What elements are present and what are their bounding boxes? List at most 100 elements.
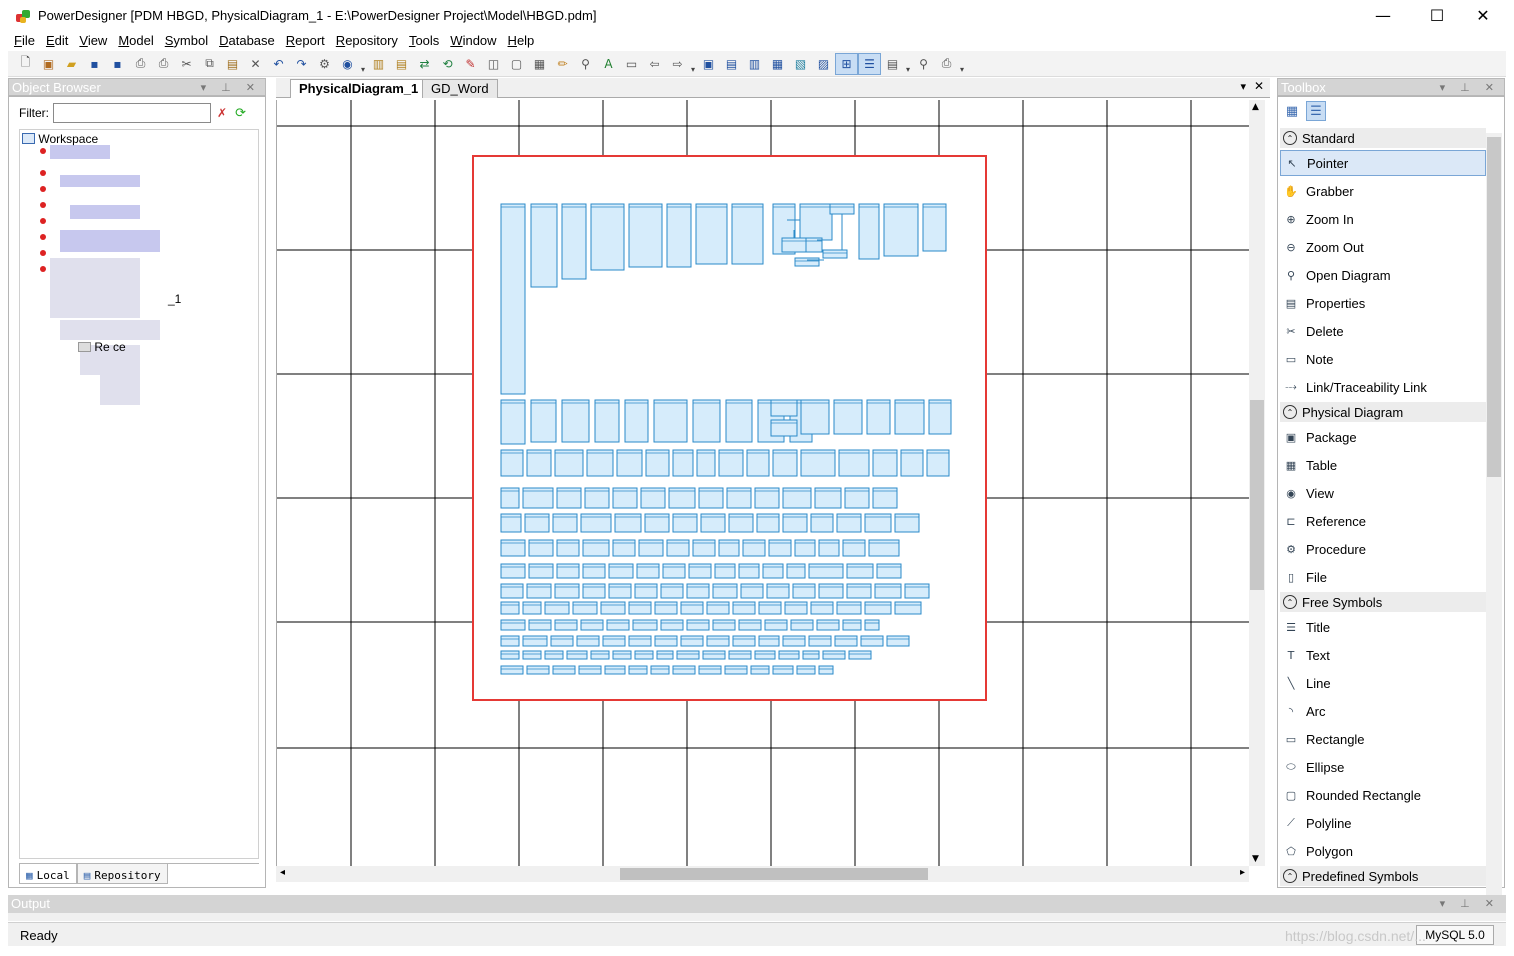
table-symbol[interactable] <box>612 539 636 557</box>
table-symbol[interactable] <box>712 583 738 599</box>
table-symbol[interactable] <box>784 601 808 615</box>
pen-icon[interactable]: ✏ <box>551 53 574 75</box>
table-symbol[interactable] <box>732 601 756 615</box>
scroll-up-icon[interactable]: ▲ <box>1252 102 1259 112</box>
table-symbol[interactable] <box>662 563 686 579</box>
table-symbol[interactable] <box>656 650 674 660</box>
table-symbol[interactable] <box>802 650 820 660</box>
tool-ellipse[interactable]: ⬭ Ellipse <box>1280 754 1486 780</box>
table-symbol[interactable] <box>582 583 606 599</box>
toolbox-controls-icon[interactable]: ▾ ⊥ ✕ <box>1440 79 1500 97</box>
table-symbol[interactable] <box>660 583 684 599</box>
table-symbol[interactable] <box>653 399 688 443</box>
new-project-icon[interactable]: ▣ <box>37 53 60 75</box>
table-symbol[interactable] <box>612 650 632 660</box>
table-symbol[interactable] <box>818 583 844 599</box>
table-symbol[interactable] <box>594 399 620 443</box>
table-symbol[interactable] <box>500 619 526 631</box>
table-symbol[interactable] <box>628 601 652 615</box>
toolbar-dropdown-icon[interactable]: ▾ <box>958 54 966 74</box>
table-symbol[interactable] <box>654 635 678 647</box>
view4-icon[interactable]: ▦ <box>766 53 789 75</box>
tool-rounded-rectangle[interactable]: ▢ Rounded Rectangle <box>1280 782 1486 808</box>
tab-physicaldiagram-1[interactable]: PhysicalDiagram_1 <box>290 79 428 98</box>
table-symbol[interactable] <box>608 563 634 579</box>
toolbar-dropdown-icon[interactable]: ▾ <box>359 54 367 74</box>
table-symbol[interactable] <box>500 601 520 615</box>
paste-icon[interactable]: ▤ <box>221 53 244 75</box>
table-symbol[interactable] <box>822 650 846 660</box>
table-symbol[interactable] <box>650 665 670 675</box>
table-symbol[interactable] <box>724 665 748 675</box>
menu-database[interactable]: Database <box>213 31 280 51</box>
table-symbol[interactable] <box>781 237 807 253</box>
tool2-icon[interactable]: ▭ <box>620 53 643 75</box>
table-symbol[interactable] <box>580 619 604 631</box>
menu-report[interactable]: Report <box>280 31 330 51</box>
table-symbol[interactable] <box>738 619 762 631</box>
table-symbol[interactable] <box>666 203 692 268</box>
table-symbol[interactable] <box>728 650 752 660</box>
table-symbol[interactable] <box>822 249 848 259</box>
tool-rectangle[interactable]: ▭ Rectangle <box>1280 726 1486 752</box>
tool-procedure[interactable]: ⚙ Procedure <box>1280 536 1486 562</box>
table-symbol[interactable] <box>500 449 524 477</box>
table-symbol[interactable] <box>530 203 558 288</box>
table-symbol[interactable] <box>778 650 800 660</box>
table-symbol[interactable] <box>808 635 832 647</box>
tree-node-reference[interactable]: Re ce <box>78 340 126 354</box>
tool-grabber[interactable]: ✋ Grabber <box>1280 178 1486 204</box>
scroll-right-icon[interactable]: ▸ <box>1240 867 1245 878</box>
table-symbol[interactable] <box>634 650 654 660</box>
table-symbol[interactable] <box>692 539 716 557</box>
tree-node-diagram[interactable]: _1 <box>168 292 181 306</box>
table-symbol[interactable] <box>818 539 840 557</box>
table-symbol[interactable] <box>738 563 760 579</box>
table-symbol[interactable] <box>624 399 649 443</box>
tree-node-workspace[interactable]: Workspace <box>22 132 98 146</box>
menu-model[interactable]: Model <box>112 31 158 51</box>
table-symbol[interactable] <box>561 203 587 280</box>
table-symbol[interactable] <box>500 635 520 647</box>
table-symbol[interactable] <box>836 601 862 615</box>
print-preview-icon[interactable]: ⎙ <box>129 53 152 75</box>
table-symbol[interactable] <box>522 601 542 615</box>
table-symbol[interactable] <box>732 635 756 647</box>
package-icon[interactable]: ▥ <box>367 53 390 75</box>
grid-icon[interactable]: ▦ <box>528 53 551 75</box>
output-controls-icon[interactable]: ▾ ⊥ ✕ <box>1440 895 1500 913</box>
clear-filter-icon[interactable]: ✗ <box>217 106 227 120</box>
menu-tools[interactable]: Tools <box>403 31 444 51</box>
table-symbol[interactable] <box>740 583 764 599</box>
menu-help[interactable]: Help <box>502 31 540 51</box>
table-symbol[interactable] <box>816 619 840 631</box>
table-symbol[interactable] <box>698 665 722 675</box>
table-symbol[interactable] <box>528 563 554 579</box>
delete-icon[interactable]: ✕ <box>244 53 267 75</box>
table-symbol[interactable] <box>714 563 736 579</box>
tool-polygon[interactable]: ⬠ Polygon <box>1280 838 1486 864</box>
table-symbol[interactable] <box>500 539 526 557</box>
table-symbol[interactable] <box>526 583 552 599</box>
table-symbol[interactable] <box>768 539 792 557</box>
table-symbol[interactable] <box>522 650 542 660</box>
table-symbol[interactable] <box>552 665 576 675</box>
merge-icon[interactable]: ⟲ <box>436 53 459 75</box>
find2-icon[interactable]: ⚲ <box>912 53 935 75</box>
table-symbol[interactable] <box>718 539 740 557</box>
horizontal-scrollbar[interactable]: ◂ ▸ <box>276 866 1249 882</box>
table-symbol[interactable] <box>628 635 652 647</box>
table-symbol[interactable] <box>634 583 658 599</box>
table-symbol[interactable] <box>576 635 600 647</box>
table-symbol[interactable] <box>808 563 844 579</box>
table-symbol[interactable] <box>742 539 766 557</box>
table-symbol[interactable] <box>522 635 548 647</box>
table-symbol[interactable] <box>526 449 552 477</box>
tool-zoom-out[interactable]: ⊖ Zoom Out <box>1280 234 1486 260</box>
view6-icon[interactable]: ▨ <box>812 53 835 75</box>
table-symbol[interactable] <box>554 449 584 477</box>
toolbox-scrollbar[interactable] <box>1486 133 1502 903</box>
list-view-icon[interactable]: ☰ <box>1306 101 1326 121</box>
table-symbol[interactable] <box>590 203 625 271</box>
table-symbol[interactable] <box>758 635 780 647</box>
